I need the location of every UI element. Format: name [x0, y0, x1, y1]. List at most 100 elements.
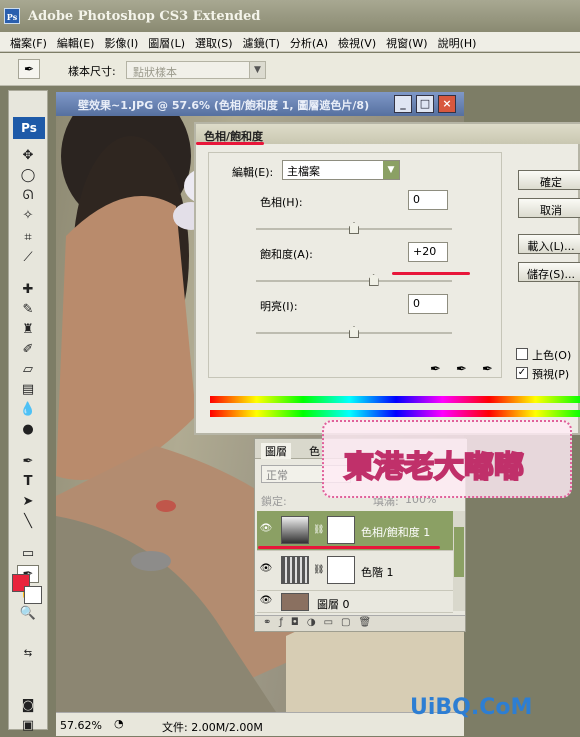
layer-row[interactable]: 👁 ⛓ 色階 1 — [257, 551, 453, 591]
eyedropper-plus-icon[interactable]: ✒ — [456, 362, 467, 377]
marquee-tool-icon[interactable]: ◯ — [17, 167, 39, 185]
preview-checkbox[interactable]: ✓ — [516, 367, 528, 379]
menu-bar: 檔案(F) 編輯(E) 影像(I) 圖層(L) 選取(S) 濾鏡(T) 分析(A… — [0, 32, 580, 52]
menu-analysis[interactable]: 分析(A) — [286, 32, 334, 51]
eye-icon[interactable]: 👁 — [259, 595, 273, 609]
zoom-level[interactable]: 57.62% — [60, 719, 102, 732]
eraser-tool-icon[interactable]: ▱ — [17, 361, 39, 379]
mask-icon[interactable]: ◘ — [291, 617, 307, 628]
colorize-checkbox[interactable] — [516, 348, 528, 360]
zoom-tool-icon[interactable]: 🔍 — [17, 605, 39, 623]
sample-size-label: 樣本尺寸: — [68, 65, 116, 78]
pen-tool-icon[interactable]: ✒ — [17, 453, 39, 471]
menu-file[interactable]: 檔案(F) — [6, 32, 53, 51]
brush-tool-icon[interactable]: ✎ — [17, 301, 39, 319]
hue-input[interactable]: 0 — [408, 190, 448, 210]
preview-label: 預視(P) — [532, 368, 570, 381]
load-button[interactable]: 載入(L)... — [518, 234, 580, 254]
eyedropper-icon[interactable]: ✒ — [430, 362, 441, 377]
tab-channels[interactable]: 色 — [309, 443, 320, 459]
cancel-button[interactable]: 取消 — [518, 198, 580, 218]
history-brush-tool-icon[interactable]: ✐ — [17, 341, 39, 359]
saturation-input[interactable]: +20 — [408, 242, 448, 262]
chevron-down-icon: ▼ — [383, 161, 399, 179]
gradient-tool-icon[interactable]: ▤ — [17, 381, 39, 399]
chain-icon[interactable]: ⛓ — [313, 525, 324, 535]
annotation-underline — [392, 272, 470, 275]
lock-label: 鎖定: — [261, 495, 287, 508]
input-color-bar — [210, 396, 580, 403]
ok-button[interactable]: 確定 — [518, 170, 580, 190]
magic-wand-tool-icon[interactable]: ✧ — [17, 207, 39, 225]
photoshop-logo: Ps — [13, 117, 45, 139]
path-selection-tool-icon[interactable]: ➤ — [17, 493, 39, 511]
eye-icon[interactable]: 👁 — [259, 563, 273, 577]
dodge-tool-icon[interactable]: ● — [17, 421, 39, 439]
lightness-input[interactable]: 0 — [408, 294, 448, 314]
menu-layer[interactable]: 圖層(L) — [144, 32, 191, 51]
notes-tool-icon[interactable]: ▭ — [17, 545, 39, 563]
mask-thumbnail[interactable] — [327, 516, 355, 544]
quick-mask-icon[interactable]: ◙ — [17, 697, 39, 715]
status-menu-icon[interactable]: ◔ — [114, 717, 124, 730]
hue-label: 色相(H): — [260, 196, 303, 209]
adjustment-layer-icon[interactable]: ◑ — [307, 617, 324, 628]
photoshop-app-icon: Ps — [4, 8, 20, 24]
slice-tool-icon[interactable]: ⟋ — [17, 249, 39, 267]
fx-icon[interactable]: ƒ — [279, 617, 291, 628]
mask-thumbnail[interactable] — [327, 556, 355, 584]
menu-filter[interactable]: 濾鏡(T) — [239, 32, 286, 51]
crop-tool-icon[interactable]: ⌗ — [17, 229, 39, 247]
group-icon[interactable]: ▭ — [324, 617, 341, 628]
menu-help[interactable]: 說明(H) — [434, 32, 483, 51]
eyedropper-tool-preset-icon[interactable]: ✒ — [18, 59, 40, 79]
levels-thumbnail — [281, 556, 309, 584]
clone-stamp-tool-icon[interactable]: ♜ — [17, 321, 39, 339]
save-button[interactable]: 儲存(S)... — [518, 262, 580, 282]
tab-layers[interactable]: 圖層 — [261, 443, 291, 459]
eyedropper-minus-icon[interactable]: ✒ — [482, 362, 493, 377]
type-tool-icon[interactable]: T — [17, 473, 39, 491]
new-layer-icon[interactable]: ▢ — [341, 617, 358, 628]
blog-watermark: 東港老大嘟嘟 — [322, 420, 572, 498]
layer-name: 色階 1 — [361, 566, 394, 579]
menu-select[interactable]: 選取(S) — [191, 32, 239, 51]
move-tool-icon[interactable]: ✥ — [17, 147, 39, 165]
sample-size-select[interactable]: 點狀樣本 ▼ — [126, 61, 266, 79]
edit-label: 編輯(E): — [232, 166, 274, 179]
dialog-title-bar[interactable]: 色相/飽和度 — [196, 124, 580, 144]
blur-tool-icon[interactable]: 💧 — [17, 401, 39, 419]
app-title: Adobe Photoshop CS3 Extended — [28, 9, 261, 24]
screen-mode-icon[interactable]: ▣ — [17, 717, 39, 735]
healing-brush-tool-icon[interactable]: ✚ — [17, 281, 39, 299]
maximize-icon[interactable]: □ — [416, 95, 434, 113]
edit-channel-select[interactable]: 主檔案 ▼ — [282, 160, 400, 180]
layer-name: 圖層 0 — [317, 598, 350, 611]
swap-colors-icon[interactable]: ⇆ — [17, 645, 39, 663]
background-color-swatch[interactable] — [24, 586, 42, 604]
chain-icon[interactable]: ⛓ — [313, 565, 324, 575]
eye-icon[interactable]: 👁 — [259, 523, 273, 537]
line-tool-icon[interactable]: ╲ — [17, 513, 39, 531]
layer-row[interactable]: 👁 ⛓ 色相/飽和度 1 — [257, 511, 453, 551]
document-title: 壁效果~1.JPG @ 57.6% (色相/飽和度 1, 圖層遮色片/8) — [78, 99, 370, 112]
app-title-bar: Ps Adobe Photoshop CS3 Extended — [0, 0, 580, 32]
adjustment-group — [208, 152, 502, 378]
menu-image[interactable]: 影像(I) — [100, 32, 144, 51]
layer-row[interactable]: 👁 圖層 0 — [257, 591, 453, 613]
saturation-slider-track[interactable] — [256, 280, 452, 282]
annotation-underline — [258, 546, 440, 549]
layers-scrollbar[interactable] — [453, 511, 465, 611]
menu-edit[interactable]: 編輯(E) — [53, 32, 101, 51]
scrollbar-thumb[interactable] — [454, 527, 464, 577]
minimize-icon[interactable]: _ — [394, 95, 412, 113]
lasso-tool-icon[interactable]: ᘏ — [17, 187, 39, 205]
menu-view[interactable]: 檢視(V) — [334, 32, 382, 51]
trash-icon[interactable]: 🗑 — [358, 617, 379, 628]
close-icon[interactable]: × — [438, 95, 456, 113]
layers-footer-toolbar: ⚭ƒ◘◑▭▢🗑 — [255, 615, 465, 631]
image-thumbnail — [281, 593, 309, 611]
site-watermark: UiBQ.CoM — [410, 695, 533, 720]
link-layers-icon[interactable]: ⚭ — [263, 617, 279, 628]
menu-window[interactable]: 視窗(W) — [382, 32, 433, 51]
